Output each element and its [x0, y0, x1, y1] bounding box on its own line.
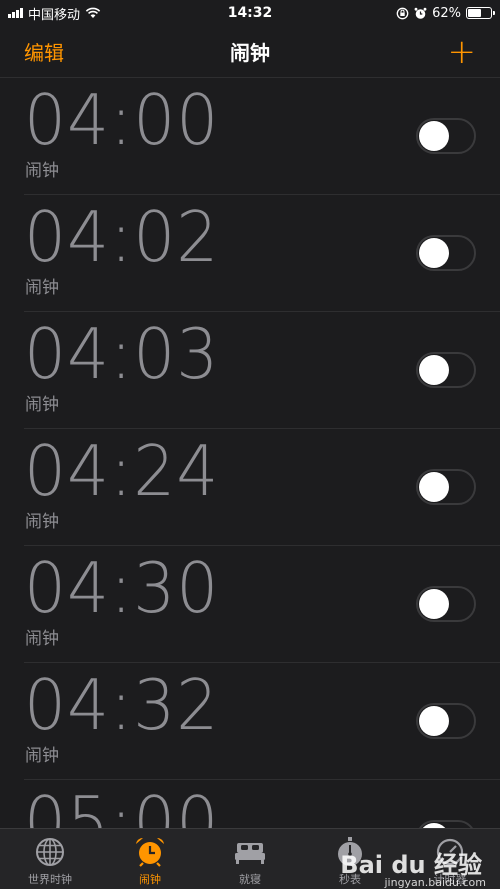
alarm-row[interactable]: 04:30 闹钟 [24, 546, 500, 663]
alarm-label: 闹钟 [25, 161, 59, 181]
alarm-row[interactable]: 04:03 闹钟 [24, 312, 500, 429]
alarm-label: 闹钟 [25, 395, 59, 415]
alarm-row[interactable]: 04:00 闹钟 [24, 78, 500, 195]
toggle-knob [419, 589, 449, 619]
toggle-knob [419, 472, 449, 502]
toggle-knob [419, 238, 449, 268]
battery-icon [466, 7, 495, 19]
tab-label: 闹钟 [139, 873, 161, 886]
globe-icon [36, 838, 64, 866]
alarm-toggle[interactable] [416, 118, 476, 154]
edit-button[interactable]: 编辑 [24, 37, 64, 66]
alarm-time: 04:30 [24, 548, 220, 629]
alarm-clock-icon [136, 837, 164, 867]
alarm-row[interactable]: 05:00 闹钟 [24, 780, 500, 829]
carrier-name: 中国移动 [28, 7, 81, 23]
battery-fill [468, 9, 481, 17]
alarm-time: 04:32 [24, 665, 220, 746]
alarm-time: 05:00 [24, 782, 220, 829]
alarm-toggle[interactable] [416, 352, 476, 388]
alarm-toggle[interactable] [416, 235, 476, 271]
alarm-time: 04:00 [24, 80, 220, 161]
alarm-status-icon [414, 7, 427, 19]
signal-icon [8, 8, 23, 18]
alarm-label: 闹钟 [25, 512, 59, 532]
alarm-toggle[interactable] [416, 586, 476, 622]
tab-label: 就寝 [239, 873, 261, 886]
alarm-row[interactable]: 04:02 闹钟 [24, 195, 500, 312]
alarm-row[interactable]: 04:32 闹钟 [24, 663, 500, 780]
nav-bar: 编辑 闹钟 + [0, 26, 500, 78]
alarm-toggle[interactable] [416, 469, 476, 505]
status-right: 62% [396, 5, 495, 21]
battery-percent: 62% [432, 5, 461, 21]
tab-alarm[interactable]: 闹钟 [100, 829, 200, 887]
status-bar: 中国移动 14:32 62% [0, 0, 500, 26]
alarm-list: 04:00 闹钟 04:02 闹钟 04:03 闹钟 04:24 闹钟 04:3… [0, 78, 500, 829]
alarm-toggle[interactable] [416, 703, 476, 739]
alarm-label: 闹钟 [25, 746, 59, 766]
tab-label: 世界时钟 [28, 873, 72, 886]
tab-bedtime[interactable]: 就寝 [200, 829, 300, 887]
page-title: 闹钟 [230, 41, 270, 65]
alarm-label: 闹钟 [25, 629, 59, 649]
baidu-watermark-logo: Bai du 经验 [340, 851, 482, 879]
tab-world-clock[interactable]: 世界时钟 [0, 829, 100, 887]
alarm-time: 04:24 [24, 431, 220, 512]
add-alarm-button[interactable]: + [448, 35, 477, 69]
bed-icon [235, 843, 265, 864]
wifi-icon [85, 7, 101, 18]
orientation-lock-icon [396, 7, 409, 19]
alarm-label: 闹钟 [25, 278, 59, 298]
alarm-row[interactable]: 04:24 闹钟 [24, 429, 500, 546]
alarm-time: 04:03 [24, 314, 220, 395]
status-left: 中国移动 [8, 4, 101, 23]
watermark-url: jingyan.baidu.com [384, 876, 486, 889]
toggle-knob [419, 355, 449, 385]
alarm-time: 04:02 [24, 197, 220, 278]
toggle-knob [419, 706, 449, 736]
toggle-knob [419, 121, 449, 151]
